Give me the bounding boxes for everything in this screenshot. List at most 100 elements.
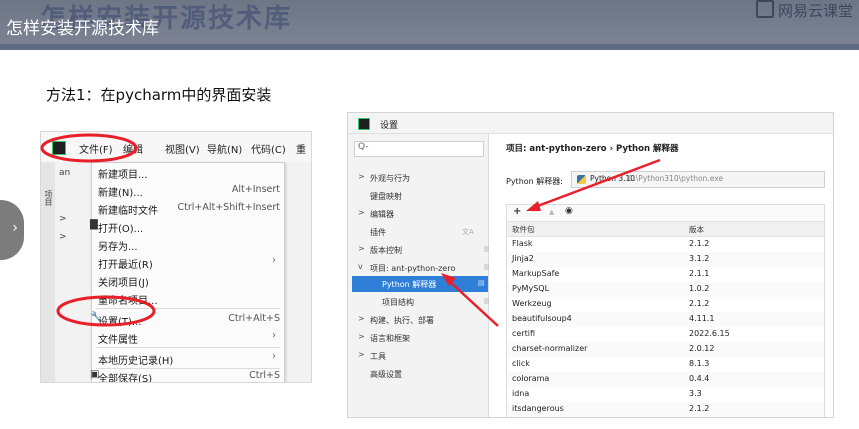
pycharm-app-icon[interactable] xyxy=(52,141,66,155)
video-title: 怎样安装开源技术库 xyxy=(6,19,159,39)
menu-view[interactable]: 视图(V) xyxy=(165,141,200,156)
menu-item-label: 新建(N)... xyxy=(98,188,143,199)
settings-title-bar: 设置 xyxy=(348,113,833,134)
sidebar-item-label: 构建、执行、部署 xyxy=(370,316,434,325)
project-tree-row[interactable]: an xyxy=(59,168,70,178)
search-icon: Q- xyxy=(358,142,369,152)
table-row[interactable]: itsdangerous 2.1.2 xyxy=(507,402,824,417)
menu-item-label: 新建项目... xyxy=(98,170,148,181)
table-row[interactable]: certifi 2022.6.15 xyxy=(507,327,824,342)
breadcrumb: 项目: ant-python-zero › Python 解释器 xyxy=(506,144,679,154)
table-row[interactable]: Jinja2 3.1.2 xyxy=(507,252,824,267)
menu-item-open[interactable]: ▇ 打开(O)... xyxy=(90,217,284,235)
sidebar-item-plugins[interactable]: 插件 文A xyxy=(358,224,488,240)
column-header-version[interactable]: 版本 xyxy=(689,224,704,235)
menu-refactor[interactable]: 重 xyxy=(296,141,306,156)
sidebar-item-python-interpreter[interactable]: Python 解释器 ▤ xyxy=(352,276,488,292)
table-row[interactable]: PyMySQL 1.0.2 xyxy=(507,282,824,297)
menu-code[interactable]: 代码(C) xyxy=(251,141,286,156)
menu-item-shortcut: Ctrl+Alt+Shift+Insert xyxy=(177,202,281,213)
submenu-arrow-icon: › xyxy=(272,255,276,266)
sidebar-item-label: Python 解释器 xyxy=(382,280,437,289)
package-name: idna xyxy=(512,389,530,398)
menu-item-settings[interactable]: 🔧 设置(T)... Ctrl+Alt+S xyxy=(90,310,284,328)
file-menu-dropdown: 新建项目... 新建(N)... Alt+Insert 新建临时文件 Ctrl+Al… xyxy=(90,162,285,382)
package-version: 2.1.1 xyxy=(689,269,710,278)
package-name: itsdangerous xyxy=(512,404,564,413)
tool-window-strip: 项目 xyxy=(41,162,55,382)
sidebar-item-editor[interactable]: > 编辑器 xyxy=(358,206,488,222)
package-version: 2.1.2 xyxy=(689,299,710,308)
menu-edit[interactable]: 编辑 xyxy=(123,141,143,156)
sidebar-item-advanced[interactable]: 高级设置 xyxy=(358,366,488,382)
package-version: 2.1.2 xyxy=(689,239,710,248)
package-name: PyMySQL xyxy=(512,284,550,293)
menu-item-save-all[interactable]: ▣ 全部保存(S) Ctrl+S xyxy=(90,367,284,382)
menu-navigate[interactable]: 导航(N) xyxy=(207,141,242,156)
table-row[interactable]: MarkupSafe 2.1.1 xyxy=(507,267,824,282)
menu-item-open-recent[interactable]: 打开最近(R) › xyxy=(92,253,284,271)
package-name: certifi xyxy=(512,329,536,338)
sidebar-item-label: 语言和框架 xyxy=(370,334,410,343)
header-stripe xyxy=(0,44,859,50)
sidebar-item-build[interactable]: > 构建、执行、部署 xyxy=(358,312,488,328)
package-name: Werkzeug xyxy=(512,299,552,308)
menu-item-new-project[interactable]: 新建项目... xyxy=(92,163,284,181)
menu-item-local-history[interactable]: 本地历史记录(H) › xyxy=(92,349,284,367)
interpreter-label: Python 解释器: xyxy=(506,177,563,186)
menu-item-new-scratch[interactable]: 新建临时文件 Ctrl+Alt+Shift+Insert xyxy=(92,199,284,217)
brand-logo: 网易云课堂 xyxy=(755,0,853,21)
sidebar-item-keymap[interactable]: 键盘映射 xyxy=(358,188,488,204)
pycharm-app-icon xyxy=(358,118,370,130)
package-name: colorama xyxy=(512,374,550,383)
menu-item-close-project[interactable]: 关闭项目(J) xyxy=(92,271,284,289)
menu-item-label: 打开最近(R) xyxy=(98,260,153,271)
sidebar-item-languages[interactable]: > 语言和框架 xyxy=(358,330,488,346)
submenu-arrow-icon: › xyxy=(272,351,276,362)
package-version: 8.1.3 xyxy=(689,359,710,368)
interpreter-select[interactable]: Python 3.10 C:\Python310\python.exe xyxy=(571,171,825,188)
project-tree-row[interactable]: > xyxy=(59,232,67,242)
translate-icon: 文A xyxy=(462,228,474,236)
package-name: click xyxy=(512,359,530,368)
upgrade-package-button[interactable]: ▲ xyxy=(549,208,554,216)
sidebar-item-label: 版本控制 xyxy=(370,246,402,255)
menu-item-file-properties[interactable]: 文件属性 › xyxy=(92,328,284,346)
menu-item-label: 设置(T)... xyxy=(98,317,142,328)
settings-search-input[interactable]: Q- xyxy=(354,141,484,157)
chevron-down-icon: v xyxy=(358,262,363,271)
sidebar-item-project[interactable]: v 项目: ant-python-zero ▤ xyxy=(358,260,491,276)
package-version: 4.11.1 xyxy=(689,314,715,323)
menu-item-rename-project[interactable]: 重命名项目... xyxy=(92,289,284,307)
package-version: 2.1.2 xyxy=(689,404,710,413)
menu-separator xyxy=(96,347,280,348)
table-row[interactable]: colorama 0.4.4 xyxy=(507,372,824,387)
sidebar-item-tools[interactable]: > 工具 xyxy=(358,348,488,364)
table-row[interactable]: Werkzeug 2.1.2 xyxy=(507,297,824,312)
sidebar-item-appearance[interactable]: > 外观与行为 xyxy=(358,170,488,186)
menu-item-save-as[interactable]: 另存为... xyxy=(92,235,284,253)
column-header-package[interactable]: 软件包 xyxy=(512,224,535,235)
add-package-button[interactable]: + xyxy=(513,206,521,217)
menu-file[interactable]: 文件(F) xyxy=(79,141,113,156)
sidebar-item-label: 插件 xyxy=(370,228,386,237)
sidebar-item-vcs[interactable]: > 版本控制 ▤ xyxy=(358,242,491,258)
table-row[interactable]: idna 3.3 xyxy=(507,387,824,402)
menu-item-label: 本地历史记录(H) xyxy=(98,356,174,367)
package-name: MarkupSafe xyxy=(512,269,560,278)
chevron-right-icon: > xyxy=(358,350,365,359)
table-row[interactable]: beautifulsoup4 4.11.1 xyxy=(507,312,824,327)
sidebar-item-project-structure[interactable]: 项目结构 ▤ xyxy=(358,294,491,310)
chevron-right-icon: > xyxy=(358,332,365,341)
table-row[interactable]: charset-normalizer 2.0.12 xyxy=(507,342,824,357)
menu-item-label: 新建临时文件 xyxy=(98,206,158,217)
project-tool-label[interactable]: 项目 xyxy=(43,190,54,206)
project-tree-row[interactable]: > xyxy=(59,214,67,224)
menu-item-new[interactable]: 新建(N)... Alt+Insert xyxy=(92,181,284,199)
table-row[interactable]: click 8.1.3 xyxy=(507,357,824,372)
menu-item-shortcut: Ctrl+S xyxy=(249,370,280,381)
package-name: Flask xyxy=(512,239,533,248)
table-row[interactable]: Flask 2.1.2 xyxy=(507,237,824,252)
show-details-eye-icon[interactable]: ◉ xyxy=(565,206,573,216)
remove-package-button[interactable]: − xyxy=(531,206,539,217)
